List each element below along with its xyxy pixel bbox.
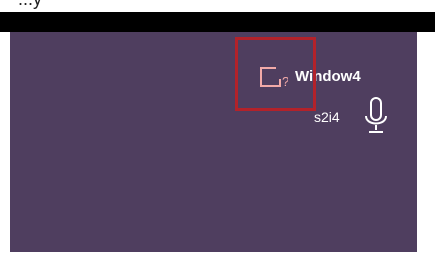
right-margin	[417, 32, 435, 255]
microphone-icon[interactable]	[363, 96, 389, 136]
window-panel	[10, 32, 417, 252]
left-margin	[0, 32, 10, 255]
window-subtitle: s2i4	[314, 109, 340, 125]
top-strip: ...y	[0, 0, 435, 12]
title-bar	[0, 12, 435, 32]
highlight-box	[235, 37, 316, 111]
partial-header-text: ...y	[18, 0, 42, 10]
